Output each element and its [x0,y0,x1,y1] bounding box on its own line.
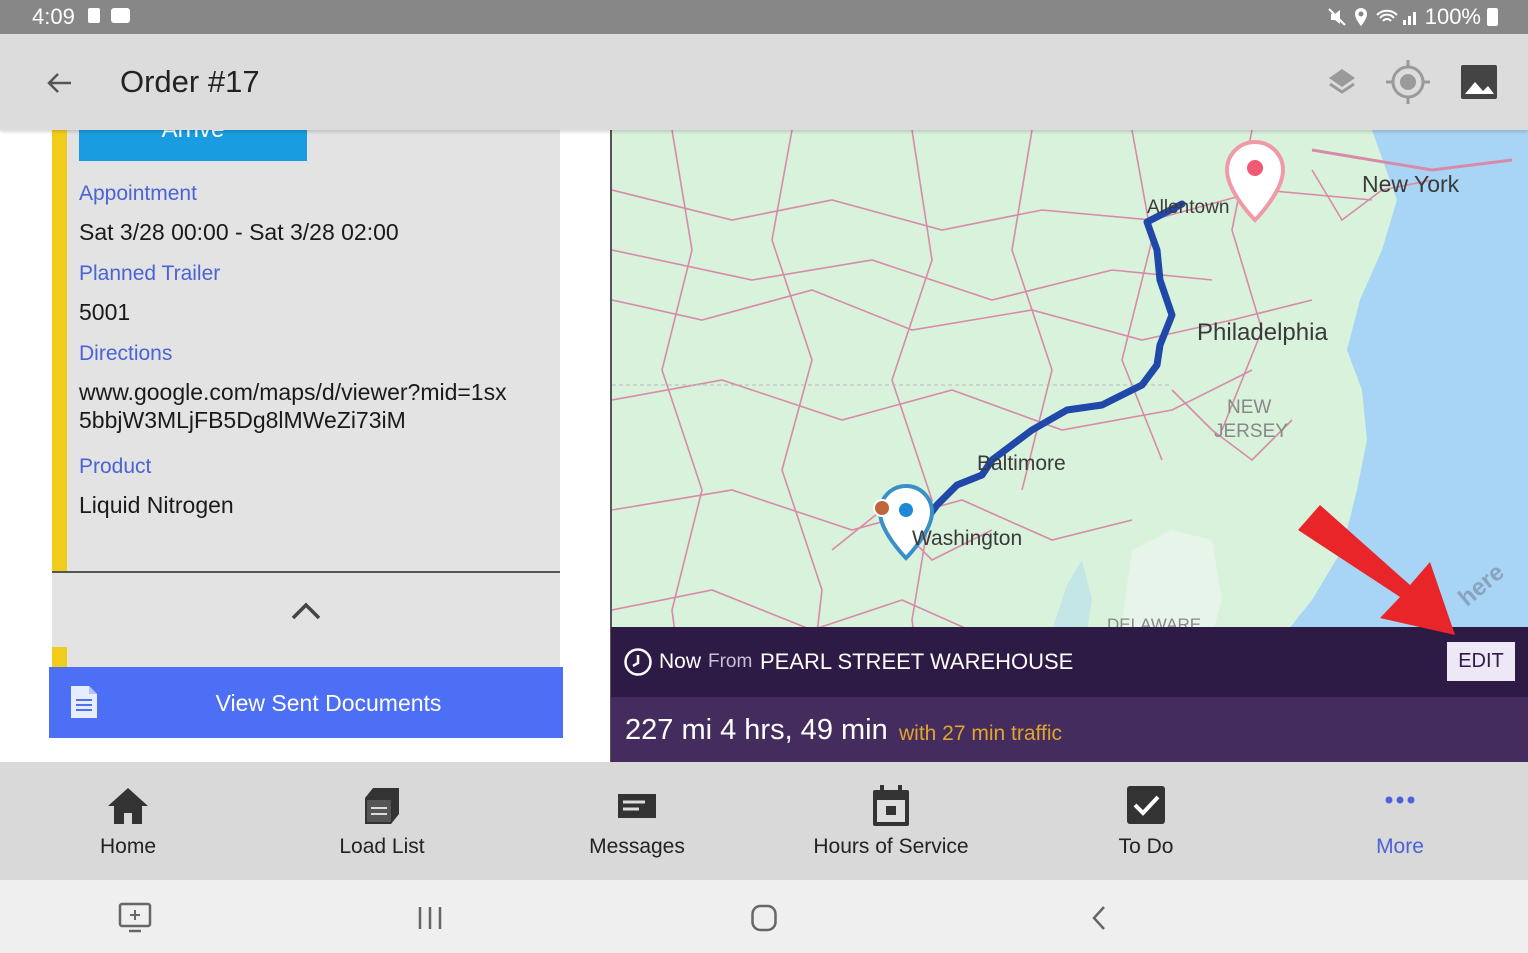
from-label: From [708,651,753,672]
label-new-jersey-2: JERSEY [1214,421,1288,442]
image-icon[interactable] [1460,64,1498,100]
nav-more[interactable]: More [1300,762,1500,880]
home-circle-icon[interactable] [750,903,778,933]
checkbox-icon [1127,786,1165,824]
doc-notification-icon [88,8,100,23]
home-icon [108,788,148,824]
wifi-signal-icon [1376,9,1416,25]
arrive-button[interactable]: Arrive [79,130,307,161]
screen-icon[interactable] [118,902,152,934]
arrive-button-label: Arrive [162,130,225,143]
label-new-york: New York [1362,171,1460,197]
status-icons: 100% [1327,4,1498,30]
mute-icon [1328,8,1346,26]
nav-home-label: Home [99,835,157,858]
nav-home[interactable]: Home [28,762,228,880]
label-baltimore: Baltimore [977,452,1066,475]
label-allentown: Allentown [1147,197,1229,218]
appointment-label: Appointment [79,182,197,205]
label-washington: Washington [912,527,1022,550]
origin-name: PEARL STREET WAREHOUSE [760,649,1074,674]
nav-hours-of-service[interactable]: Hours of Service [791,762,991,880]
collapse-button[interactable] [52,571,560,647]
my-location-icon[interactable] [1384,58,1432,106]
clock-icon [624,648,652,676]
location-icon [1354,8,1367,26]
cast-notification-icon [111,8,130,23]
route-summary-bar: 227 mi 4 hrs, 49 min with 27 min traffic [611,697,1528,762]
system-navigation-bar [0,880,1528,953]
nav-hours-of-service-label: Hours of Service [813,835,969,858]
product-value: Liquid Nitrogen [79,492,234,518]
chevron-up-icon [291,602,321,620]
nav-messages-label: Messages [589,835,685,858]
nav-to-do[interactable]: To Do [1046,762,1246,880]
status-time: 4:09 [32,4,75,29]
status-bar: 4:09 100% [0,0,1528,34]
red-arrow-annotation [1298,505,1455,635]
layers-icon[interactable] [1326,66,1358,98]
nav-load-list[interactable]: Load List [282,762,482,880]
bottom-navigation: Home Load List Messages Hours of Service… [0,762,1528,880]
traffic-delay: with 27 min traffic [899,722,1063,745]
view-sent-documents-button[interactable]: View Sent Documents [49,667,563,738]
view-sent-documents-label: View Sent Documents [215,690,442,716]
back-chevron-icon[interactable] [1088,904,1110,932]
nav-to-do-label: To Do [1118,835,1174,858]
back-arrow-icon[interactable] [44,68,74,98]
directions-link[interactable]: www.google.com/maps/d/viewer?mid=1sx5bbj… [79,378,519,434]
battery-icon [1487,8,1498,26]
label-new-jersey-1: NEW [1227,397,1271,418]
directions-label: Directions [79,342,173,365]
edit-button-label: EDIT [1458,650,1504,672]
app-bar: Order #17 [0,34,1528,130]
time-now: Now [659,650,702,673]
nav-load-list-label: Load List [339,835,425,858]
calendar-icon [873,785,909,826]
current-location-marker [873,499,891,517]
distance-time: 227 mi 4 hrs, 49 min [625,714,888,746]
nav-messages[interactable]: Messages [537,762,737,880]
product-label: Product [79,455,152,478]
recents-icon[interactable] [416,905,444,931]
messages-icon [618,794,656,818]
nav-more-label: More [1376,835,1424,858]
appointment-value: Sat 3/28 00:00 - Sat 3/28 02:00 [79,219,399,245]
page-title: Order #17 [120,64,260,99]
label-philadelphia: Philadelphia [1197,319,1328,346]
more-dots-icon [1385,796,1415,804]
planned-trailer-label: Planned Trailer [79,262,221,285]
load-list-icon [365,788,399,824]
battery-percent: 100% [1424,4,1481,29]
planned-trailer-value: 5001 [79,299,131,325]
